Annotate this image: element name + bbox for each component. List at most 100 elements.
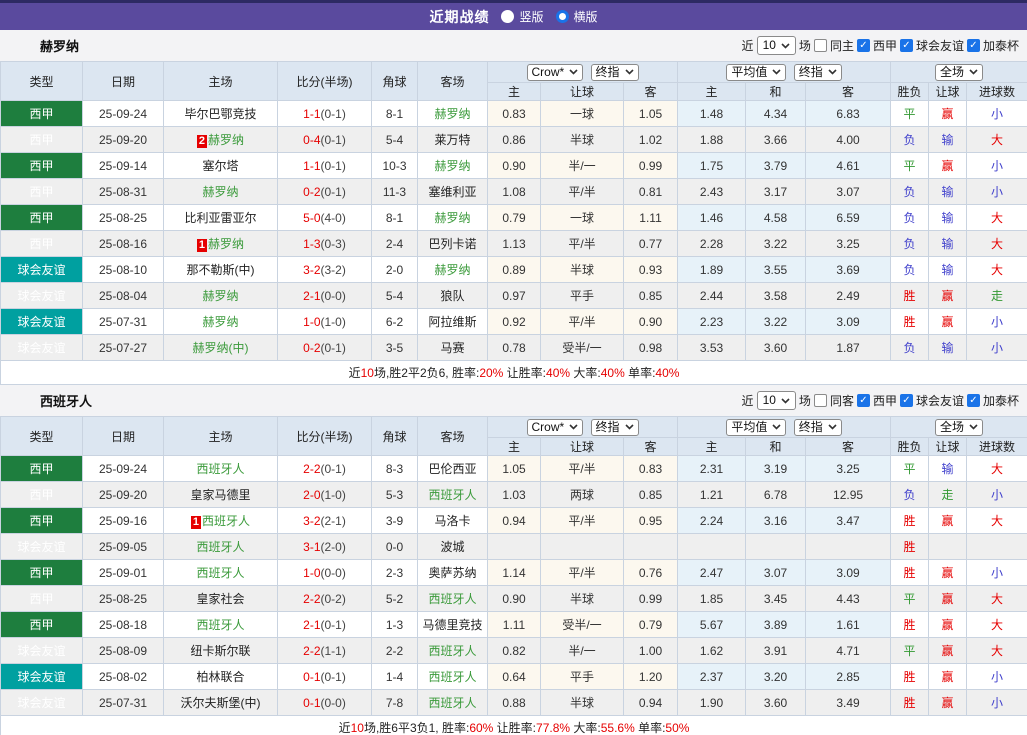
layout-radio-vertical[interactable]: 竖版 [501, 8, 543, 25]
fullmatch-value: 全场 [940, 420, 964, 435]
team-name-link[interactable]: 沃尔夫斯堡(中) [181, 696, 261, 710]
score-cell[interactable]: 1-0(1-0) [278, 309, 372, 335]
score-cell[interactable]: 2-2(1-1) [278, 638, 372, 664]
score-cell[interactable]: 1-3(0-3) [278, 231, 372, 257]
team-name-link[interactable]: 赫罗纳 [208, 133, 244, 147]
team-name-link[interactable]: 西班牙人 [428, 670, 476, 684]
fulltime-score: 0-4 [303, 133, 320, 147]
score-cell[interactable]: 0-1(0-0) [278, 690, 372, 716]
score-cell[interactable]: 0-1(0-1) [278, 664, 372, 690]
result-cell: 赢 [929, 283, 967, 309]
score-cell[interactable]: 2-1(0-0) [278, 283, 372, 309]
team-name-link[interactable]: 西班牙人 [196, 540, 244, 554]
team-name-link[interactable]: 西班牙人 [428, 644, 476, 658]
friendly-checkbox[interactable] [900, 394, 913, 407]
score-cell[interactable]: 2-2(0-2) [278, 586, 372, 612]
score-cell[interactable]: 1-1(0-1) [278, 101, 372, 127]
team-name-link[interactable]: 赫罗纳 [434, 263, 470, 277]
score-cell[interactable]: 0-2(0-1) [278, 335, 372, 361]
league-checkbox[interactable] [857, 394, 870, 407]
score-cell[interactable]: 2-2(0-1) [278, 456, 372, 482]
team-name-link[interactable]: 皇家马德里 [190, 488, 250, 502]
cup-checkbox[interactable] [967, 394, 980, 407]
team-name-link[interactable]: 西班牙人 [428, 488, 476, 502]
radio-horizontal-icon[interactable] [556, 10, 569, 23]
radio-horizontal-label[interactable]: 横版 [574, 8, 598, 25]
score-cell[interactable]: 3-2(3-2) [278, 257, 372, 283]
team-name-link[interactable]: 西班牙人 [428, 696, 476, 710]
result-cell: 大 [967, 456, 1027, 482]
team-name-link[interactable]: 马德里竞技 [422, 618, 482, 632]
competition-cell: 球会友谊 [1, 257, 83, 283]
team-name-link[interactable]: 赫罗纳 [208, 237, 244, 251]
same-venue-checkbox[interactable] [814, 39, 827, 52]
competition-cell: 球会友谊 [1, 309, 83, 335]
team-name-link[interactable]: 马赛 [440, 341, 464, 355]
score-cell[interactable]: 1-0(0-0) [278, 560, 372, 586]
chevron-down-icon [772, 69, 781, 75]
league-checkbox[interactable] [857, 39, 870, 52]
score-cell[interactable]: 5-0(4-0) [278, 205, 372, 231]
team-name-link[interactable]: 皇家社会 [196, 592, 244, 606]
team-name-link[interactable]: 波城 [440, 540, 464, 554]
match-count-select[interactable]: 10 [757, 391, 796, 410]
team-name-link[interactable]: 马洛卡 [434, 514, 470, 528]
match-row: 球会友谊25-07-31沃尔夫斯堡(中)0-1(0-0)7-8西班牙人0.88半… [1, 690, 1027, 716]
halftime-score: (1-0) [321, 315, 346, 329]
team-name-link[interactable]: 赫罗纳 [202, 315, 238, 329]
team-name-link[interactable]: 赫罗纳 [434, 159, 470, 173]
team-name-link[interactable]: 狼队 [440, 289, 464, 303]
odds-time-select[interactable]: 终指 [591, 64, 639, 81]
date-cell: 25-08-09 [83, 638, 164, 664]
team-name-link[interactable]: 纽卡斯尔联 [190, 644, 250, 658]
team-name-link[interactable]: 赫罗纳(中) [193, 341, 249, 355]
average-select[interactable]: 平均值 [726, 419, 786, 436]
radio-vertical-icon[interactable] [501, 10, 514, 23]
team-name-link[interactable]: 毕尔巴鄂竞技 [184, 107, 256, 121]
team-name-link[interactable]: 赫罗纳 [202, 185, 238, 199]
match-count-select[interactable]: 10 [757, 36, 796, 55]
odds-time-select[interactable]: 终指 [591, 419, 639, 436]
team-name-link[interactable]: 赫罗纳 [202, 289, 238, 303]
team-name-link[interactable]: 西班牙人 [196, 462, 244, 476]
europe-time-select[interactable]: 终指 [794, 64, 842, 81]
team-name-link[interactable]: 西班牙人 [428, 592, 476, 606]
team-name-link[interactable]: 西班牙人 [202, 514, 250, 528]
team-name-link[interactable]: 巴伦西亚 [428, 462, 476, 476]
team-name-link[interactable]: 那不勒斯(中) [187, 263, 255, 277]
handicap-odds-cell: 0.89 [488, 257, 541, 283]
same-venue-checkbox[interactable] [814, 394, 827, 407]
score-cell[interactable]: 2-0(1-0) [278, 482, 372, 508]
score-cell[interactable]: 0-2(0-1) [278, 179, 372, 205]
team-name-link[interactable]: 阿拉维斯 [428, 315, 476, 329]
near-label: 近 [742, 392, 754, 409]
score-cell[interactable]: 2-1(0-1) [278, 612, 372, 638]
score-cell[interactable]: 0-4(0-1) [278, 127, 372, 153]
odds-source-select[interactable]: Crow* [527, 419, 584, 436]
layout-radio-horizontal[interactable]: 横版 [556, 8, 598, 25]
score-cell[interactable]: 3-2(2-1) [278, 508, 372, 534]
odds-source-select[interactable]: Crow* [527, 64, 584, 81]
team-name-link[interactable]: 塞尔塔 [202, 159, 238, 173]
average-select[interactable]: 平均值 [726, 64, 786, 81]
team-name-link[interactable]: 柏林联合 [196, 670, 244, 684]
team-name-link[interactable]: 巴列卡诺 [428, 237, 476, 251]
team-name-link[interactable]: 赫罗纳 [434, 211, 470, 225]
score-cell[interactable]: 3-1(2-0) [278, 534, 372, 560]
team-name-link[interactable]: 西班牙人 [196, 566, 244, 580]
radio-vertical-label[interactable]: 竖版 [519, 8, 543, 25]
fullmatch-select[interactable]: 全场 [935, 419, 983, 436]
cup-checkbox[interactable] [967, 39, 980, 52]
europe-time-select[interactable]: 终指 [794, 419, 842, 436]
friendly-checkbox[interactable] [900, 39, 913, 52]
team-name-link[interactable]: 塞维利亚 [428, 185, 476, 199]
team-name-link[interactable]: 赫罗纳 [434, 107, 470, 121]
team-name-link[interactable]: 莱万特 [434, 133, 470, 147]
result-cell: 大 [967, 257, 1027, 283]
score-cell[interactable]: 1-1(0-1) [278, 153, 372, 179]
team-name-link[interactable]: 比利亚雷亚尔 [184, 211, 256, 225]
team-name-link[interactable]: 奥萨苏纳 [428, 566, 476, 580]
team-name-link[interactable]: 西班牙人 [196, 618, 244, 632]
fullmatch-select[interactable]: 全场 [935, 64, 983, 81]
away-team-cell: 马赛 [418, 335, 488, 361]
